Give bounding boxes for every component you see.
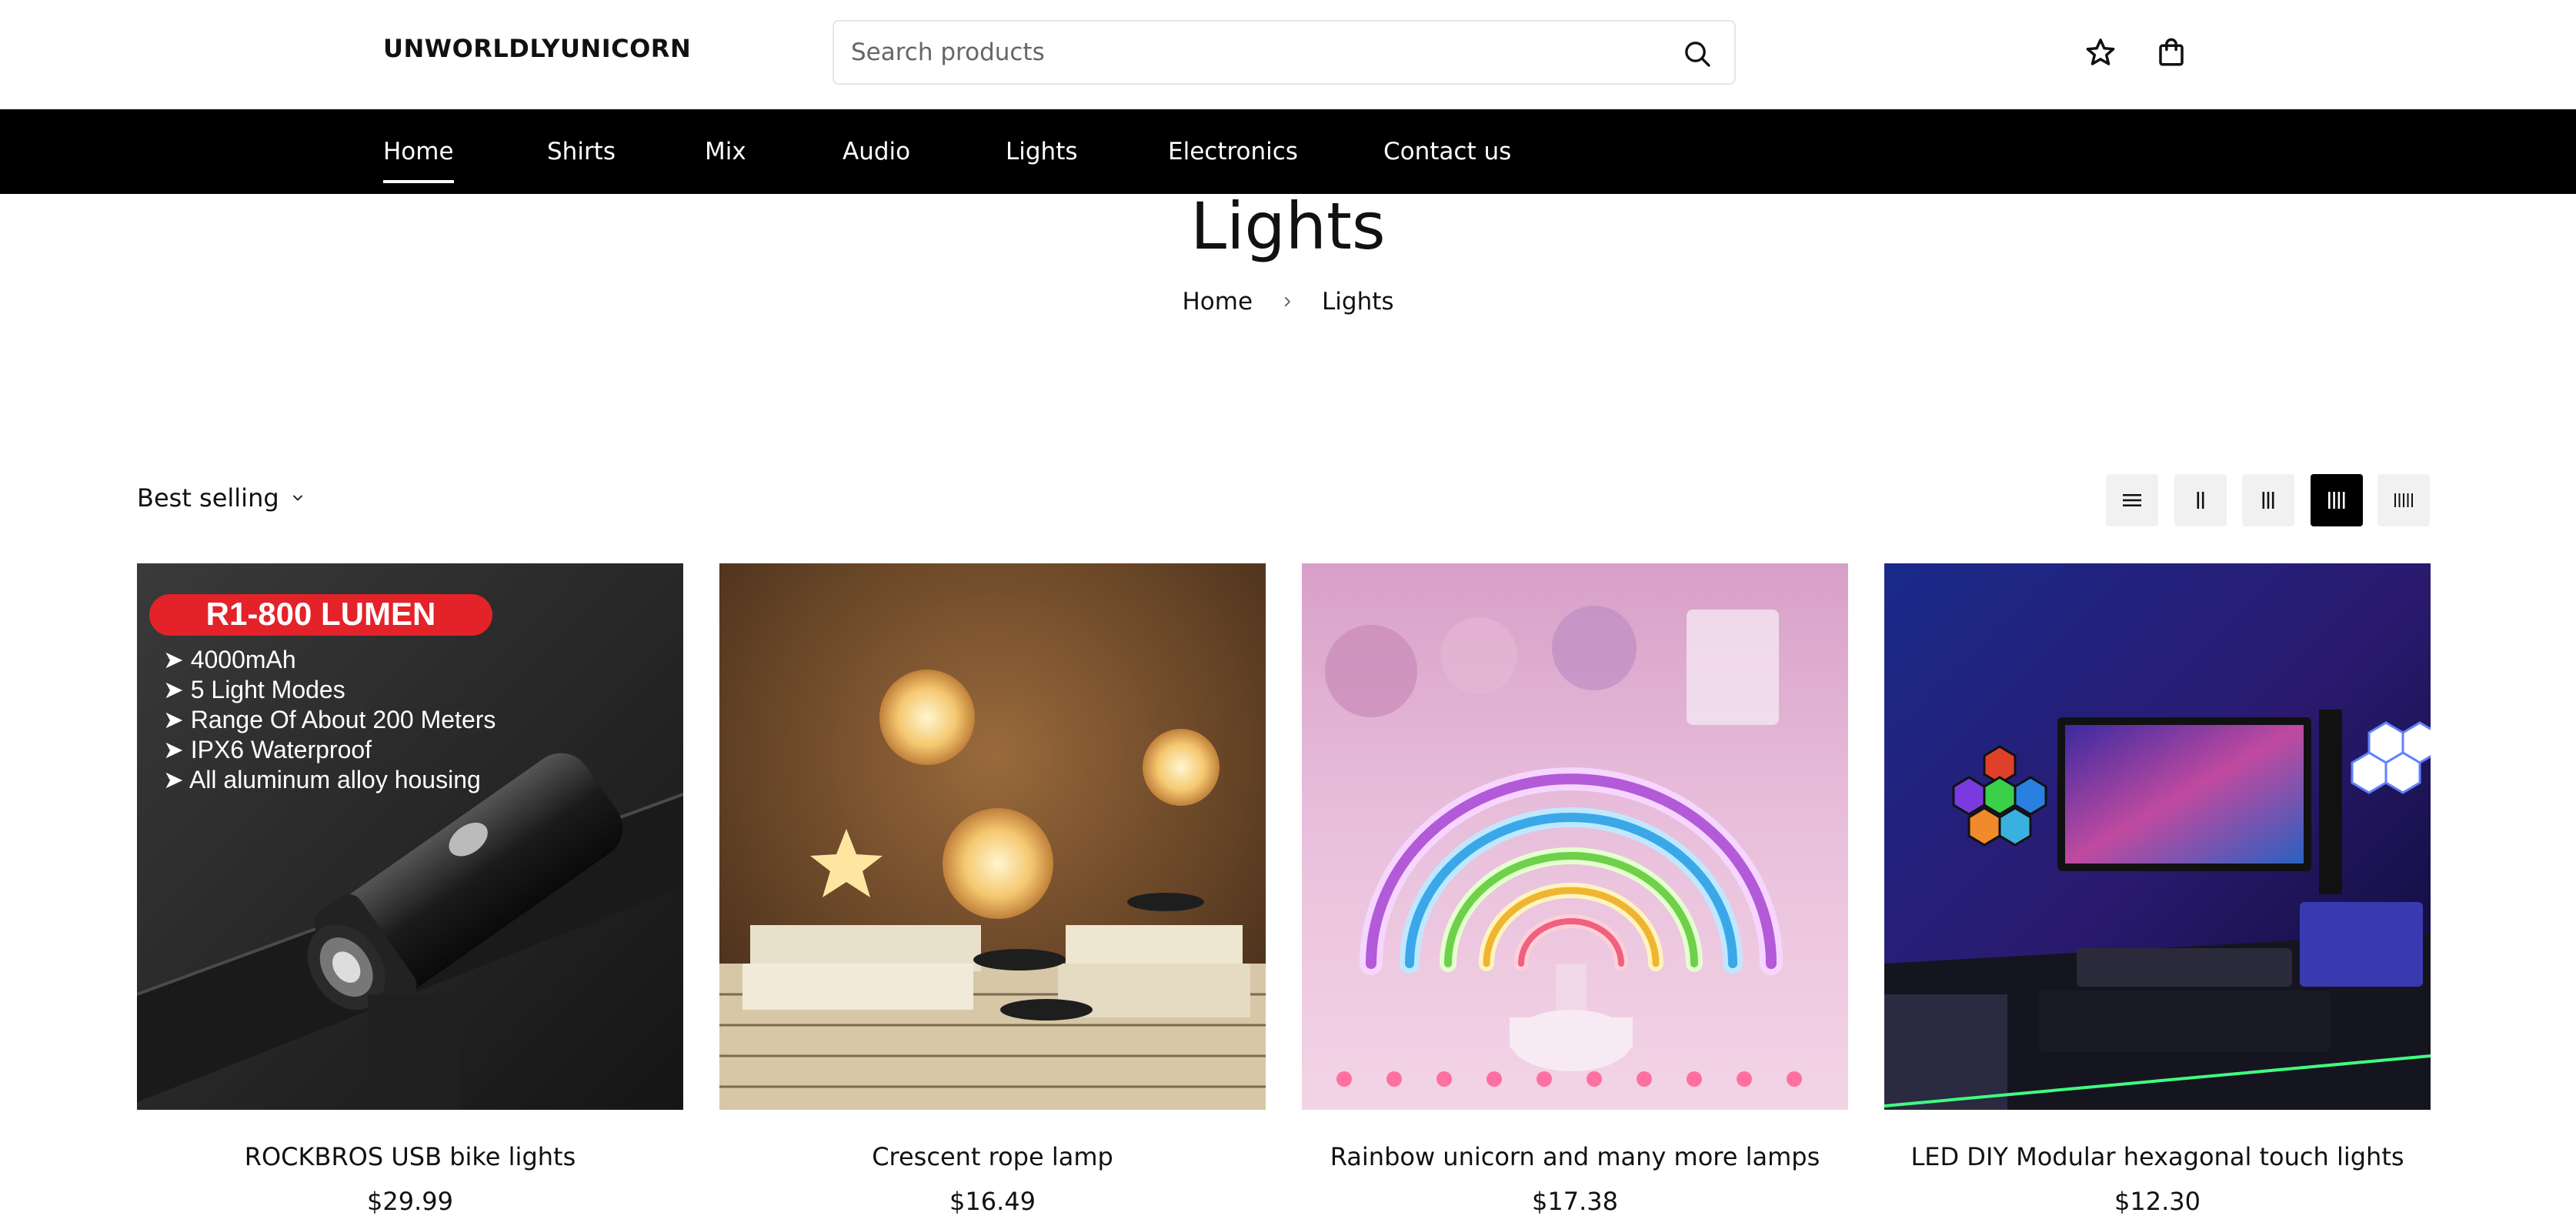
product-image-crescent-lamp[interactable] <box>719 563 1266 1110</box>
star-icon <box>2086 38 2115 65</box>
grid-4-button[interactable] <box>2311 474 2363 526</box>
nav-item-lights[interactable]: Lights <box>1006 109 1078 194</box>
sort-label: Best selling <box>137 483 279 513</box>
page-title: Lights <box>1190 189 1386 264</box>
nav-item-home[interactable]: Home <box>383 109 454 194</box>
product-feature-2: ➤ 5 Light Modes <box>163 676 345 703</box>
product-feature-1: ➤ 4000mAh <box>163 646 296 673</box>
product-card: LED DIY Modular hexagonal touch lights $… <box>1884 563 2431 1216</box>
grid-5-button[interactable] <box>2377 474 2430 526</box>
product-card: R1-800 LUMEN ➤ 4000mAh ➤ 5 Light Modes ➤… <box>137 563 683 1216</box>
product-feature-4: ➤ IPX6 Waterproof <box>163 736 372 763</box>
breadcrumb: Home Lights <box>0 288 2576 316</box>
product-price: $16.49 <box>949 1187 1036 1216</box>
grid-2-icon <box>2197 492 2204 509</box>
product-badge-text: R1-800 LUMEN <box>206 596 436 632</box>
nav-item-contact-us[interactable]: Contact us <box>1383 109 1511 194</box>
grid-2-button[interactable] <box>2174 474 2227 526</box>
search-bar <box>833 20 1736 85</box>
breadcrumb-current: Lights <box>1322 288 1394 316</box>
breadcrumb-home-link[interactable]: Home <box>1182 288 1253 316</box>
grid-3-button[interactable] <box>2242 474 2294 526</box>
list-view-icon <box>2123 494 2141 506</box>
product-title[interactable]: Rainbow unicorn and many more lamps <box>1302 1142 1848 1171</box>
product-image-hexagon-lights[interactable] <box>1884 563 2431 1110</box>
chevron-right-icon <box>1280 295 1294 309</box>
site-logo[interactable]: UNWORLDLYUNICORN <box>383 34 691 63</box>
product-feature-3: ➤ Range Of About 200 Meters <box>163 706 496 733</box>
product-card: Rainbow unicorn and many more lamps $17.… <box>1302 563 1848 1216</box>
product-title[interactable]: LED DIY Modular hexagonal touch lights <box>1884 1142 2431 1171</box>
cart-button[interactable] <box>2153 34 2190 71</box>
search-input[interactable] <box>851 34 1651 71</box>
search-icon <box>1685 42 1710 67</box>
product-image-bike-light[interactable]: R1-800 LUMEN ➤ 4000mAh ➤ 5 Light Modes ➤… <box>137 563 683 1110</box>
product-title[interactable]: ROCKBROS USB bike lights <box>137 1142 683 1171</box>
nav-item-audio[interactable]: Audio <box>843 109 910 194</box>
product-price: $17.38 <box>1532 1187 1618 1216</box>
grid-3-icon <box>2262 492 2274 509</box>
product-price: $12.30 <box>2114 1187 2201 1216</box>
product-price: $29.99 <box>367 1187 453 1216</box>
product-title[interactable]: Crescent rope lamp <box>719 1142 1266 1171</box>
product-card: Crescent rope lamp $16.49 <box>719 563 1266 1216</box>
nav-item-shirts[interactable]: Shirts <box>547 109 616 194</box>
shopping-bag-icon <box>2159 38 2184 66</box>
nav-item-electronics[interactable]: Electronics <box>1168 109 1298 194</box>
site-header: UNWORLDLYUNICORN <box>0 0 2576 109</box>
nav-item-mix[interactable]: Mix <box>705 109 746 194</box>
grid-5-icon <box>2394 493 2413 507</box>
search-button[interactable] <box>1680 37 1714 71</box>
sort-dropdown[interactable]: Best selling <box>137 483 305 513</box>
list-view-button[interactable] <box>2106 474 2158 526</box>
product-feature-5: ➤ All aluminum alloy housing <box>163 766 481 793</box>
chevron-down-icon <box>290 490 305 506</box>
product-image-rainbow-lamp[interactable] <box>1302 563 1848 1110</box>
main-nav: Home Shirts Mix Audio Lights Electronics… <box>0 109 2576 194</box>
wishlist-button[interactable] <box>2082 34 2119 71</box>
grid-4-icon <box>2328 492 2345 509</box>
